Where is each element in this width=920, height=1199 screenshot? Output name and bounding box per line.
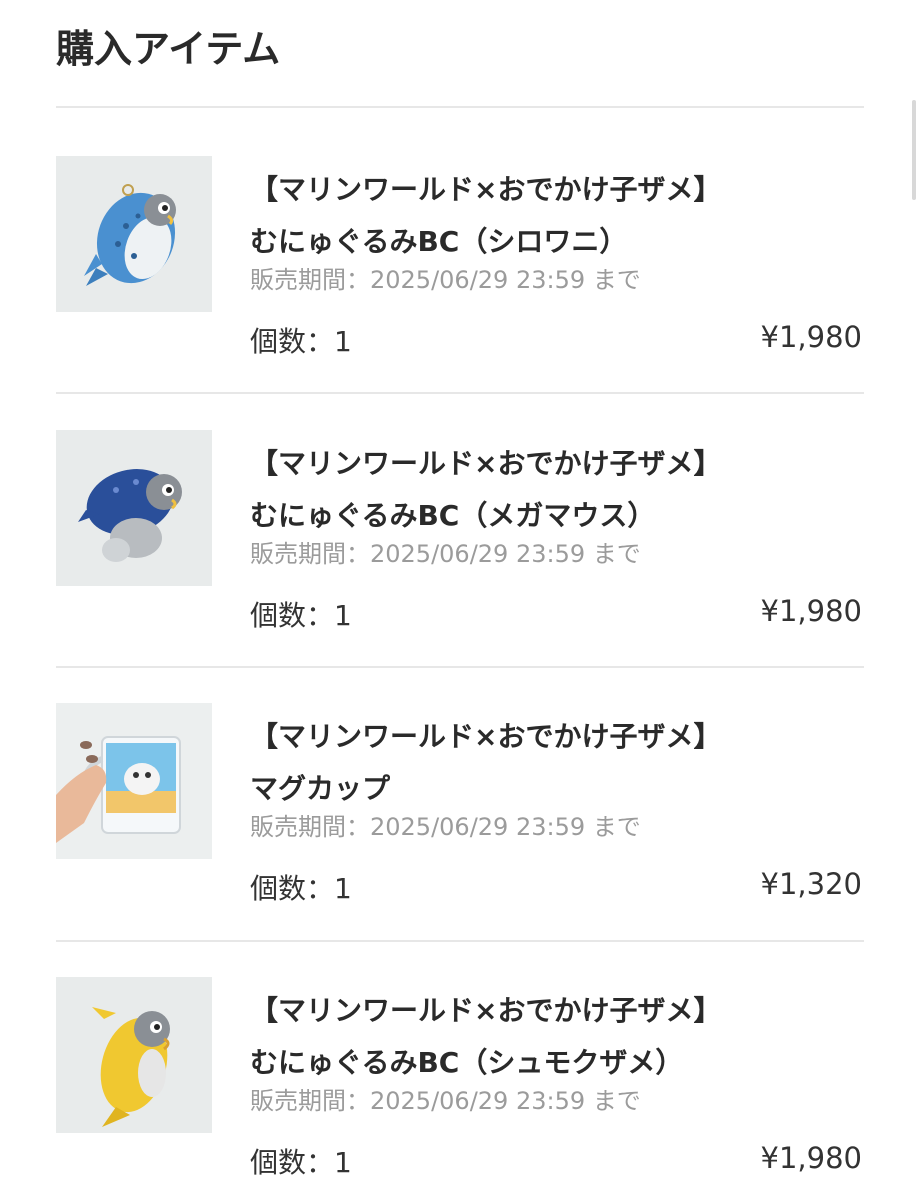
item-title-line1: 【マリンワールド×おでかけ子ザメ】	[250, 447, 722, 480]
item-quantity: 個数：1	[250, 1146, 352, 1179]
item-thumbnail[interactable]	[56, 703, 212, 859]
item-quantity: 個数：1	[250, 325, 352, 358]
item-price: ¥1,980	[760, 320, 862, 354]
item-title-line1: 【マリンワールド×おでかけ子ザメ】	[250, 173, 722, 206]
item-thumbnail[interactable]	[56, 430, 212, 586]
divider	[56, 106, 864, 108]
page-title: 購入アイテム	[56, 27, 281, 71]
divider	[56, 392, 864, 394]
item-title-line1: 【マリンワールド×おでかけ子ザメ】	[250, 994, 722, 1027]
purchase-item[interactable]: 【マリンワールド×おでかけ子ザメ】 マグカップ 販売期間：2025/06/29 …	[0, 703, 920, 953]
item-price: ¥1,980	[760, 1141, 862, 1175]
sale-period: 販売期間：2025/06/29 23:59 まで	[250, 1087, 641, 1115]
item-title[interactable]: 【マリンワールド×おでかけ子ザメ】 むにゅぐるみBC（シュモクザメ）	[250, 985, 850, 1089]
sale-period: 販売期間：2025/06/29 23:59 まで	[250, 813, 641, 841]
sale-period: 販売期間：2025/06/29 23:59 まで	[250, 266, 641, 294]
purchase-item[interactable]: 【マリンワールド×おでかけ子ザメ】 むにゅぐるみBC（シュモクザメ） 販売期間：…	[0, 977, 920, 1199]
item-thumbnail[interactable]	[56, 977, 212, 1133]
item-thumbnail[interactable]	[56, 156, 212, 312]
divider	[56, 940, 864, 942]
item-quantity: 個数：1	[250, 872, 352, 905]
item-quantity: 個数：1	[250, 599, 352, 632]
purchase-item[interactable]: 【マリンワールド×おでかけ子ザメ】 むにゅぐるみBC（メガマウス） 販売期間：2…	[0, 430, 920, 680]
item-title-line1: 【マリンワールド×おでかけ子ザメ】	[250, 720, 722, 753]
item-title[interactable]: 【マリンワールド×おでかけ子ザメ】 むにゅぐるみBC（シロワニ）	[250, 164, 850, 268]
item-title[interactable]: 【マリンワールド×おでかけ子ザメ】 むにゅぐるみBC（メガマウス）	[250, 438, 850, 542]
purchase-item[interactable]: 【マリンワールド×おでかけ子ザメ】 むにゅぐるみBC（シロワニ） 販売期間：20…	[0, 156, 920, 406]
purchased-items-page: 購入アイテム 【マリンワールド×おでかけ子ザメ】 むにゅぐるみBC（シロワニ） …	[0, 0, 920, 1199]
divider	[56, 666, 864, 668]
item-title[interactable]: 【マリンワールド×おでかけ子ザメ】 マグカップ	[250, 711, 850, 815]
item-price: ¥1,980	[760, 594, 862, 628]
scrollbar[interactable]	[912, 100, 916, 200]
item-price: ¥1,320	[760, 867, 862, 901]
sale-period: 販売期間：2025/06/29 23:59 まで	[250, 540, 641, 568]
